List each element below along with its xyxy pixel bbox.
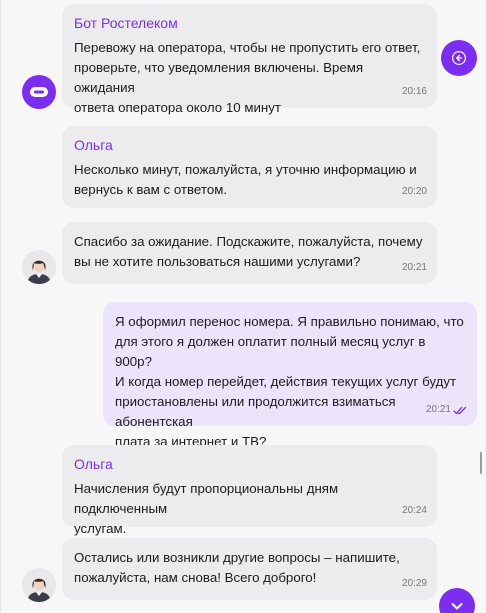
scroll-down-button[interactable] <box>439 588 475 613</box>
chat-window: Бот Ростелеком Перевожу на оператора, чт… <box>0 0 486 613</box>
message-author: Бот Ростелеком <box>74 15 178 31</box>
bot-avatar-icon <box>22 75 56 109</box>
message-bubble: Ольга Начисления будут пропорциональны д… <box>62 445 437 536</box>
message-bubble: Остались или возникли другие вопросы – н… <box>62 538 437 600</box>
outgoing-message-bubble: Я оформил перенос номера. Я правильно по… <box>103 302 477 449</box>
message-text: Остались или возникли другие вопросы – н… <box>74 550 400 585</box>
operator-avatar-icon <box>22 250 56 284</box>
message-bubble: Спасибо за ожидание. Подскажите, пожалуй… <box>62 222 437 284</box>
message-bubble: Бот Ростелеком Перевожу на оператора, чт… <box>62 4 437 115</box>
share-arrow-icon <box>452 51 466 65</box>
message-text: Перевожу на оператора, чтобы не пропусти… <box>74 40 421 115</box>
message-time: 20:20 <box>401 186 427 197</box>
message-time: 20:21 <box>401 262 427 273</box>
message-author: Ольга <box>74 456 113 472</box>
message-time-status: 20:21 <box>426 400 467 420</box>
message-time: 20:29 <box>401 578 427 589</box>
message-time: 20:16 <box>401 86 427 97</box>
message-text: Я оформил перенос номера. Я правильно по… <box>115 314 464 449</box>
message-time: 20:21 <box>425 404 451 415</box>
message-text: Спасибо за ожидание. Подскажите, пожалуй… <box>74 234 423 269</box>
chevron-down-icon <box>451 603 463 610</box>
message-bubble: Ольга Несколько минут, пожалуйста, я уто… <box>62 126 437 208</box>
scrollbar-thumb[interactable] <box>480 452 482 474</box>
message-time: 20:24 <box>401 505 427 516</box>
message-text: Начисления будут пропорциональны дням по… <box>74 481 339 536</box>
read-double-check-icon <box>453 406 467 414</box>
share-button[interactable] <box>441 40 477 76</box>
message-text: Несколько минут, пожалуйста, я уточню ин… <box>74 162 417 197</box>
message-author: Ольга <box>74 137 113 153</box>
operator-avatar-icon <box>22 568 56 602</box>
